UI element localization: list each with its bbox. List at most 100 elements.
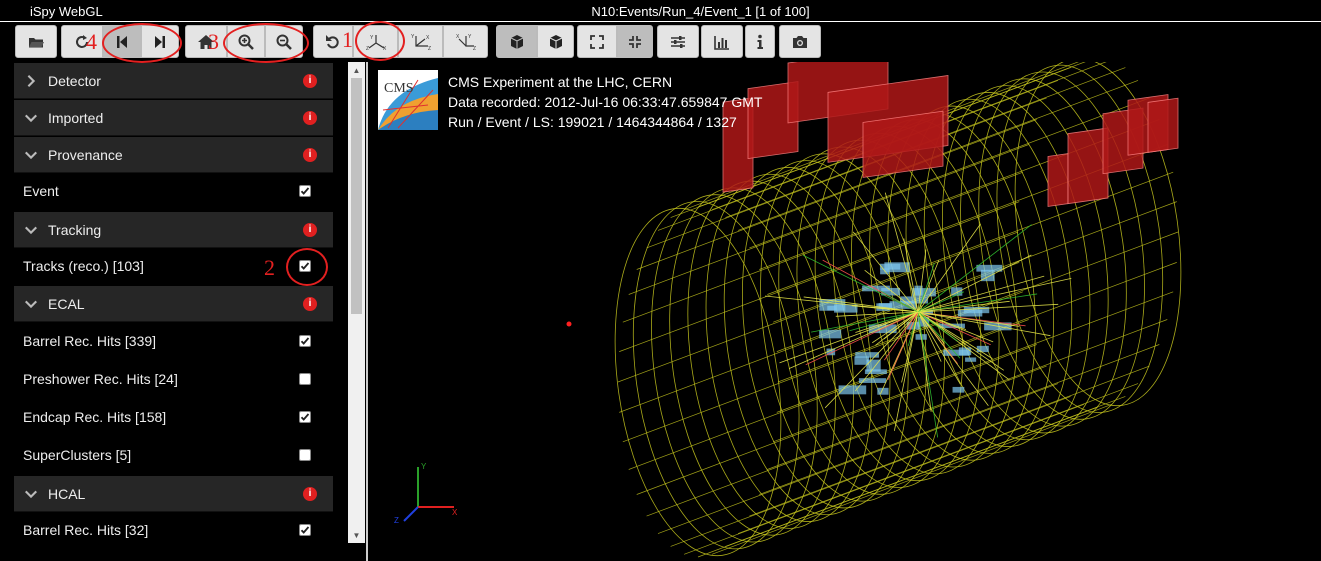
chevron-down-icon — [24, 147, 40, 163]
ecal-hit — [953, 387, 965, 393]
collection-row-event: Event — [14, 173, 333, 209]
visibility-checkbox[interactable] — [299, 335, 311, 347]
collection-row-superclusters-5: SuperClusters [5] — [14, 437, 333, 473]
ecal-hit — [881, 288, 900, 296]
visibility-checkbox[interactable] — [299, 449, 311, 461]
fullscreen-button[interactable] — [577, 25, 617, 58]
wire-ring — [704, 157, 911, 526]
beamspot-marker — [567, 322, 572, 327]
info-icon[interactable]: i — [303, 74, 317, 88]
section-header-hcal[interactable]: HCAL i — [14, 476, 333, 512]
ecal-hit — [965, 357, 976, 361]
event-display-canvas[interactable]: CMS CMS Experiment at the LHC, CERN Data… — [366, 62, 1321, 561]
info-icon[interactable]: i — [303, 148, 317, 162]
event-info-run: Run / Event / LS: 199021 / 1464344864 / … — [448, 114, 737, 130]
track — [918, 225, 1032, 312]
ecal-hit — [854, 356, 869, 364]
collection-label: Endcap Rec. Hits [158] — [23, 409, 166, 425]
section-header-imported[interactable]: Imported i — [14, 100, 333, 136]
annotation-1: 1 — [342, 27, 353, 53]
section-header-ecal[interactable]: ECAL i — [14, 286, 333, 322]
event-info-date: Data recorded: 2012-Jul-16 06:33:47.6598… — [448, 94, 762, 110]
projection-group — [496, 25, 574, 58]
section-header-provenance[interactable]: Provenance i — [14, 137, 333, 173]
exit-fullscreen-button[interactable] — [617, 25, 653, 58]
tables-button[interactable] — [701, 25, 743, 58]
cms-logo: CMS — [378, 70, 438, 130]
bar-chart-icon — [713, 33, 731, 51]
ecal-hit — [855, 352, 879, 358]
annotation-ring-nav — [102, 23, 182, 63]
section-label: Detector — [48, 73, 101, 89]
collection-row-preshower-rec-hits-24: Preshower Rec. Hits [24] — [14, 361, 333, 397]
ecal-hit — [977, 346, 989, 352]
visibility-checkbox[interactable] — [299, 185, 311, 197]
section-label: Imported — [48, 110, 103, 126]
annotation-4: 4 — [86, 29, 97, 55]
collection-label: Tracks (reco.) [103] — [23, 258, 144, 274]
svg-text:X: X — [426, 35, 430, 41]
ispy-app: iSpy WebGL N10:Events/Run_4/Event_1 [1 o… — [0, 0, 1321, 561]
section-label: Tracking — [48, 222, 101, 238]
cube-perspective-icon — [508, 33, 526, 51]
section-header-tracking[interactable]: Tracking i — [14, 212, 333, 248]
cube-ortho-icon — [547, 33, 565, 51]
visibility-checkbox[interactable] — [299, 411, 311, 423]
info-button[interactable] — [745, 25, 775, 58]
orthographic-button[interactable] — [537, 25, 574, 58]
wire-line — [712, 404, 1112, 554]
collections-sidebar: Detector i Imported i Provenance i Event Tracki… — [0, 62, 366, 561]
annotation-ring-zoom — [223, 23, 309, 63]
info-icon[interactable]: i — [303, 111, 317, 125]
open-file-button[interactable] — [15, 25, 57, 58]
wire-ring — [758, 136, 965, 505]
calo-tower — [863, 111, 943, 177]
axes-xy-icon: X YZ — [453, 33, 479, 51]
info-icon[interactable]: i — [303, 487, 317, 501]
scroll-up-arrow-icon[interactable]: ▲ — [348, 62, 365, 78]
folder-open-icon — [27, 33, 45, 51]
event-display-scene — [368, 62, 1321, 561]
undo-icon — [324, 33, 342, 51]
annotation-2: 2 — [264, 255, 275, 281]
wire-ring — [631, 184, 838, 553]
chevron-down-icon — [24, 110, 40, 126]
ecal-hit — [859, 378, 886, 383]
chevron-down-icon — [24, 296, 40, 312]
axis-y-label: Y — [421, 462, 427, 471]
compress-icon — [626, 33, 644, 51]
controls-button[interactable] — [657, 25, 699, 58]
wire-line — [698, 407, 1098, 557]
svg-text:Z: Z — [428, 46, 431, 51]
calo-tower — [1048, 154, 1068, 207]
cms-logo-text: CMS — [384, 81, 414, 96]
scroll-down-arrow-icon[interactable]: ▼ — [348, 527, 365, 543]
chevron-down-icon — [24, 486, 40, 502]
scroll-thumb[interactable] — [351, 78, 362, 314]
view-xy-button[interactable]: XYZ — [443, 25, 488, 58]
annotation-ring-tracks-checkbox — [286, 248, 328, 286]
axis-z-label: Z — [394, 516, 399, 525]
perspective-button[interactable] — [496, 25, 537, 58]
info-icon[interactable]: i — [303, 223, 317, 237]
section-label: Provenance — [48, 147, 123, 163]
ecal-hit — [865, 369, 887, 374]
snapshot-button[interactable] — [779, 25, 821, 58]
visibility-checkbox[interactable] — [299, 524, 311, 536]
visibility-checkbox[interactable] — [299, 373, 311, 385]
wire-line — [749, 366, 1149, 516]
sidebar-scrollbar[interactable]: ▲ ▼ — [348, 62, 365, 543]
collection-label: Preshower Rec. Hits [24] — [23, 371, 178, 387]
axis-x-label: X — [452, 508, 458, 517]
home-view-button[interactable] — [185, 25, 227, 58]
screen-group — [577, 25, 653, 58]
collection-label: Barrel Rec. Hits [339] — [23, 333, 156, 349]
wire-ring — [613, 191, 820, 560]
sliders-icon — [669, 33, 687, 51]
collection-label: Barrel Rec. Hits [32] — [23, 522, 148, 538]
info-icon[interactable]: i — [303, 297, 317, 311]
section-header-detector[interactable]: Detector i — [14, 63, 333, 99]
collection-label: SuperClusters [5] — [23, 447, 131, 463]
chevron-right-icon — [24, 73, 40, 89]
camera-icon — [791, 33, 809, 51]
